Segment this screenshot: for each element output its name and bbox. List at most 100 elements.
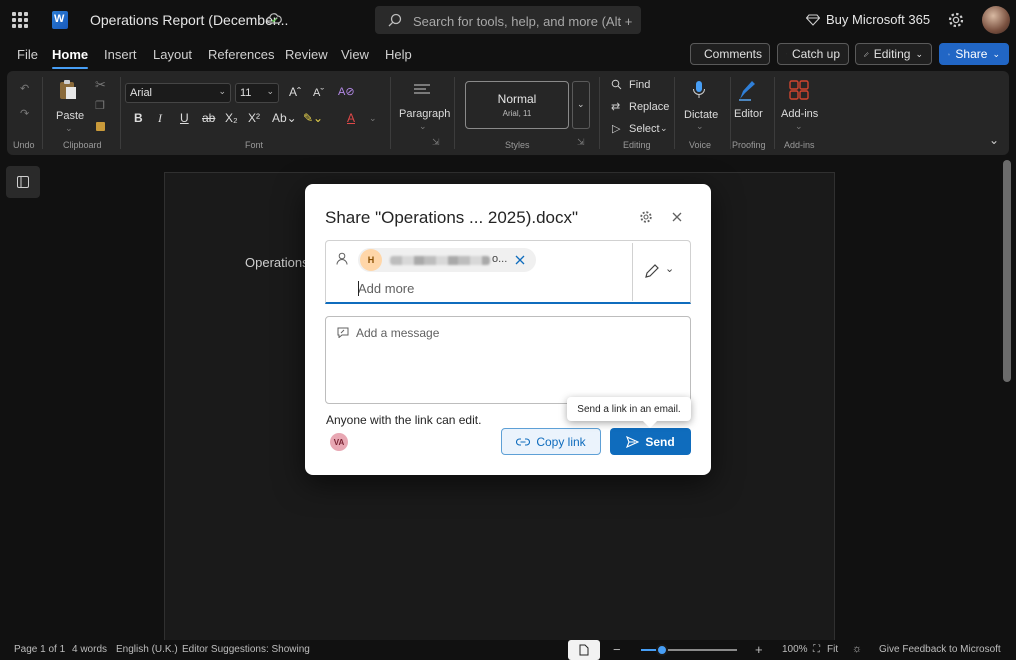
language-indicator[interactable]: English (U.K.) <box>116 644 178 655</box>
gear-icon[interactable] <box>947 11 965 29</box>
buy-microsoft-365-button[interactable]: Buy Microsoft 365 <box>806 12 930 27</box>
close-icon[interactable] <box>671 211 683 223</box>
copy-link-button[interactable]: Copy link <box>501 428 601 455</box>
user-avatar[interactable] <box>982 6 1010 34</box>
editor-label[interactable]: Editor <box>734 108 763 120</box>
select-button[interactable]: Select <box>629 123 660 135</box>
brightness-icon[interactable]: ☼ <box>852 643 862 655</box>
word-count[interactable]: 4 words <box>72 644 107 655</box>
page-count[interactable]: Page 1 of 1 <box>14 644 65 655</box>
ribbon-collapse-icon[interactable]: ⌄ <box>989 133 999 147</box>
fit-icon[interactable]: ⛶ <box>813 644 820 655</box>
comments-button[interactable]: Comments <box>690 43 770 65</box>
chevron-down-icon[interactable]: ⌄ <box>65 123 73 134</box>
strikethrough-icon[interactable]: ab <box>202 111 215 125</box>
dictate-label[interactable]: Dictate <box>684 109 718 121</box>
tab-view[interactable]: View <box>341 47 369 62</box>
change-case-icon[interactable]: Ab⌄ <box>272 111 297 125</box>
chevron-down-icon[interactable]: ⌄ <box>795 121 803 132</box>
chevron-down-icon[interactable]: ⌄ <box>369 113 377 124</box>
font-size-select[interactable]: 11 ⌄ <box>235 83 279 103</box>
add-more-input[interactable] <box>358 281 538 296</box>
recipient-chip[interactable]: H o... <box>358 248 536 272</box>
tab-file[interactable]: File <box>17 47 38 62</box>
redo-icon[interactable]: ↷ <box>20 107 29 120</box>
remove-recipient-icon[interactable] <box>515 255 525 265</box>
tab-home[interactable]: Home <box>52 47 89 69</box>
navigation-pane-button[interactable] <box>6 166 40 198</box>
message-input[interactable] <box>356 326 676 386</box>
shrink-font-icon[interactable]: Aˇ <box>313 87 324 99</box>
zoom-slider-thumb[interactable] <box>656 644 668 656</box>
italic-icon[interactable]: I <box>158 111 162 126</box>
add-ins-label[interactable]: Add-ins <box>781 108 818 120</box>
font-name-select[interactable]: Arial ⌄ <box>125 83 231 103</box>
tab-layout[interactable]: Layout <box>153 47 192 62</box>
bold-icon[interactable]: B <box>134 111 143 125</box>
editor-suggestions[interactable]: Editor Suggestions: Showing <box>182 644 310 655</box>
highlight-icon[interactable]: ✎⌄ <box>303 111 323 125</box>
page-view-icon <box>579 644 589 656</box>
share-button[interactable]: Share ⌄ <box>939 43 1009 65</box>
font-color-icon[interactable]: A <box>347 111 355 125</box>
chevron-down-icon[interactable]: ⌄ <box>419 121 427 132</box>
fit-button[interactable]: Fit <box>827 644 838 655</box>
underline-icon[interactable]: U <box>180 111 189 125</box>
owner-avatar[interactable]: VA <box>330 433 348 451</box>
dialog-launcher-icon[interactable]: ⇲ <box>577 137 585 148</box>
ribbon: ↶ ↷ Undo Paste ⌄ ✂ ❐ Clipboard Arial ⌄ 1… <box>7 71 1009 155</box>
tab-insert[interactable]: Insert <box>104 47 137 62</box>
tab-review[interactable]: Review <box>285 47 328 62</box>
editor-icon[interactable] <box>737 79 757 101</box>
voice-group-label: Voice <box>689 140 712 150</box>
document-title[interactable]: Operations Report (December... <box>90 12 288 28</box>
microphone-icon[interactable] <box>692 80 706 100</box>
grow-font-icon[interactable]: Aˆ <box>289 85 301 99</box>
zoom-in-button[interactable]: + <box>755 642 763 657</box>
catch-up-label: Catch up <box>791 47 840 61</box>
format-painter-icon[interactable] <box>96 122 105 131</box>
zoom-out-button[interactable]: − <box>613 642 621 657</box>
proofing-group-label: Proofing <box>732 140 766 150</box>
editing-mode-button[interactable]: Editing ⌄ <box>855 43 932 65</box>
recipient-email-redacted <box>390 256 490 265</box>
tab-help[interactable]: Help <box>385 47 412 62</box>
subscript-icon[interactable]: X₂ <box>225 111 238 125</box>
paste-icon[interactable] <box>58 79 78 101</box>
cut-icon[interactable]: ✂ <box>95 77 106 93</box>
styles-gallery-expand[interactable]: ⌄ <box>572 81 590 129</box>
chevron-down-icon[interactable]: ⌄ <box>660 123 668 134</box>
superscript-icon[interactable]: X² <box>248 111 260 125</box>
link-settings-text[interactable]: Anyone with the link can edit. <box>326 413 481 427</box>
find-button[interactable]: Find <box>629 79 650 91</box>
vertical-scrollbar[interactable] <box>1003 160 1011 382</box>
paragraph-icon[interactable] <box>413 83 431 97</box>
clear-formatting-icon[interactable]: A⊘ <box>338 85 355 98</box>
chevron-down-icon[interactable]: ⌄ <box>696 121 704 132</box>
dialog-launcher-icon[interactable]: ⇲ <box>432 137 440 148</box>
undo-icon[interactable]: ↶ <box>20 82 29 95</box>
tab-references[interactable]: References <box>208 47 274 62</box>
message-field[interactable] <box>325 316 691 404</box>
search-box[interactable] <box>375 6 641 34</box>
settings-icon[interactable] <box>639 210 653 224</box>
search-input[interactable] <box>411 11 635 31</box>
send-label: Send <box>645 434 675 449</box>
app-launcher-icon[interactable] <box>12 12 28 28</box>
style-normal-card[interactable]: Normal Arial, 11 <box>465 81 569 129</box>
feedback-link[interactable]: Give Feedback to Microsoft <box>879 644 1001 655</box>
recipients-field[interactable]: H o... ⌄ <box>325 240 691 304</box>
send-button[interactable]: Send <box>610 428 691 455</box>
replace-button[interactable]: Replace <box>629 101 669 113</box>
paragraph-label[interactable]: Paragraph <box>399 108 450 120</box>
copy-icon[interactable]: ❐ <box>95 99 105 112</box>
navigation-pane-icon <box>17 176 29 188</box>
add-ins-icon[interactable] <box>789 80 809 100</box>
cloud-saved-icon[interactable] <box>266 11 282 27</box>
view-mode-button[interactable] <box>568 640 600 660</box>
permission-dropdown[interactable]: ⌄ <box>644 263 684 281</box>
paste-label[interactable]: Paste <box>56 110 84 122</box>
document-body-text[interactable]: Operations <box>245 255 309 270</box>
zoom-level[interactable]: 100% <box>782 644 808 655</box>
catch-up-button[interactable]: Catch up <box>777 43 849 65</box>
